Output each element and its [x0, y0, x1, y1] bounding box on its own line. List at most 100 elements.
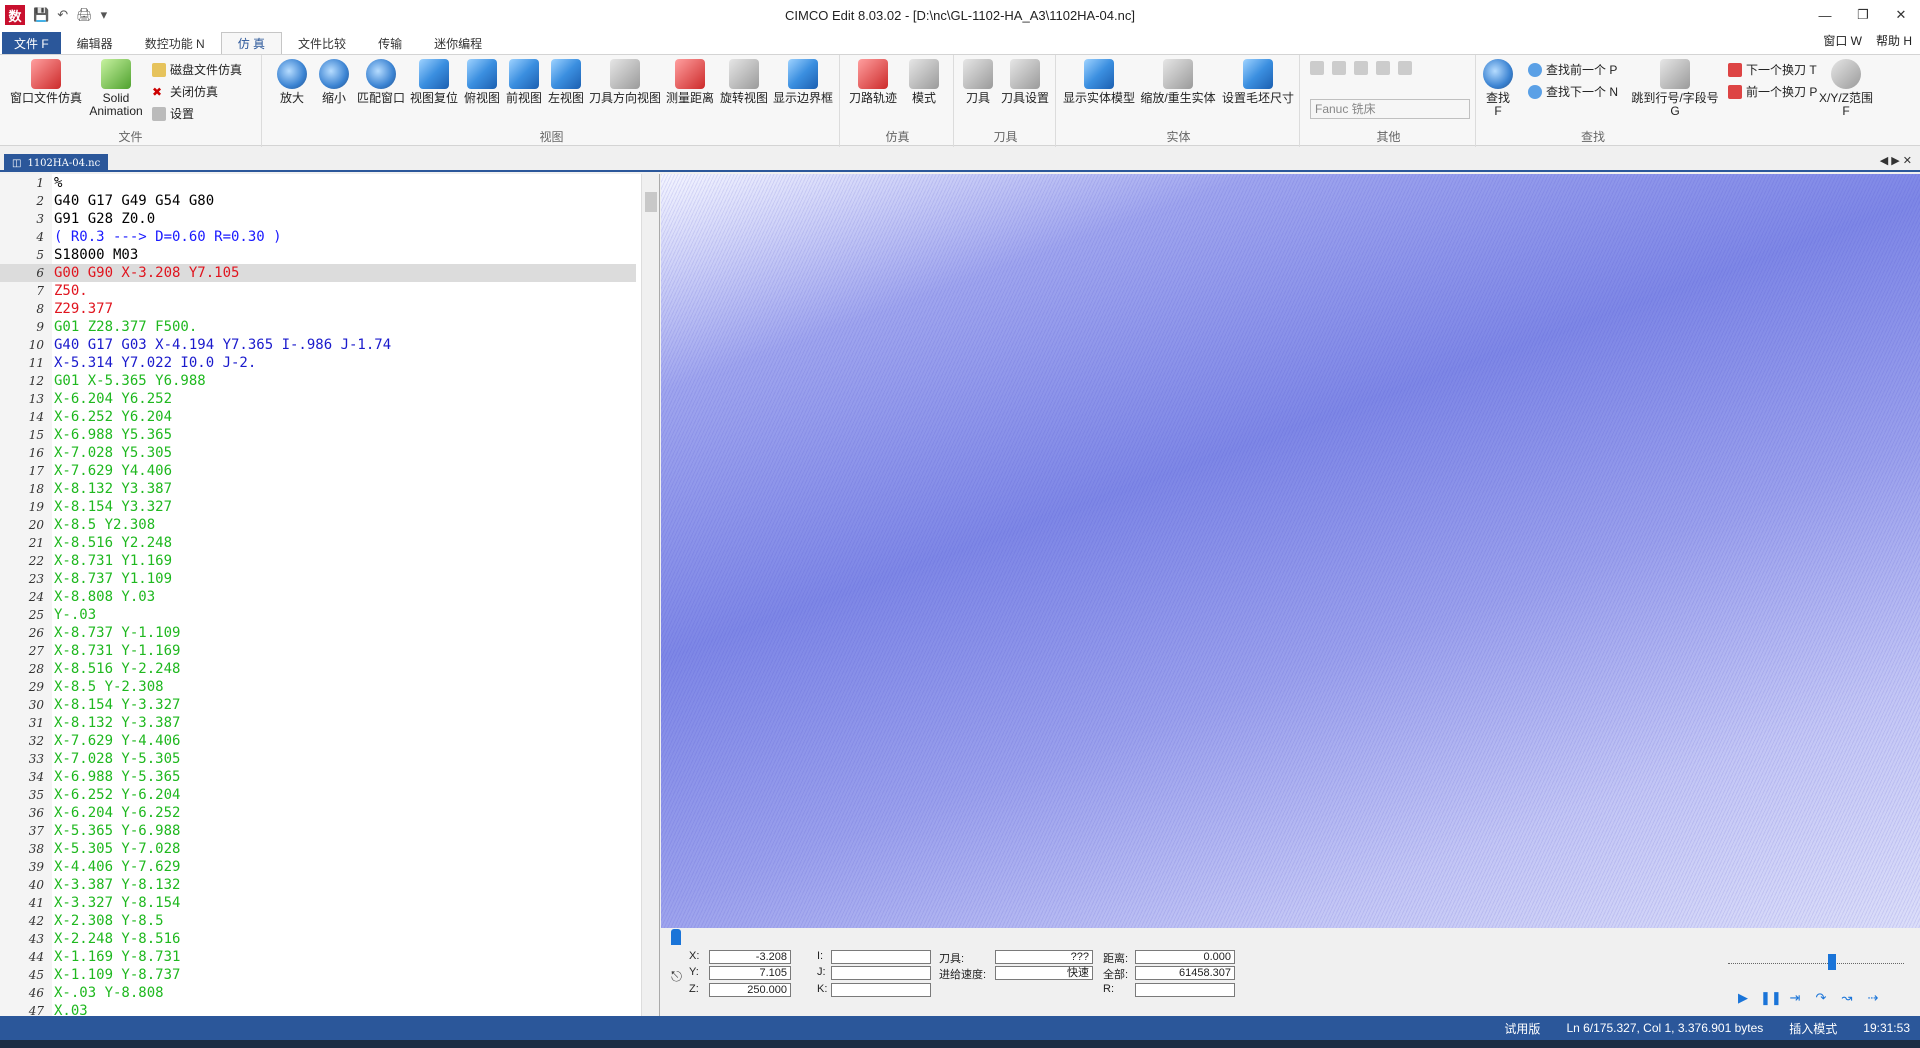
customize-arrow-icon[interactable]: ▾ — [101, 7, 108, 23]
code-line[interactable]: 4 ( R0.3 ---> D=0.60 R=0.30 ) — [0, 228, 636, 246]
code-line[interactable]: 2 G40 G17 G49 G54 G80 — [0, 192, 636, 210]
zoom-out-button[interactable]: 缩小 — [314, 59, 354, 105]
next-tool-change-button[interactable]: 下一个换刀 T — [1728, 61, 1817, 78]
code-line[interactable]: 21 X-8.516 Y2.248 — [0, 534, 636, 552]
code-line[interactable]: 45 X-1.109 Y-8.737 — [0, 966, 636, 984]
code-editor[interactable]: 1% 2 G40 G17 G49 G54 G80 3 G91 G28 Z0.0 4 ( R0… — [0, 174, 660, 1016]
code-line[interactable]: 33 X-7.028 Y-5.305 — [0, 750, 636, 768]
rotate-view-button[interactable]: 旋转视图 — [718, 59, 770, 105]
code-line[interactable]: 27 X-8.731 Y-1.169 — [0, 642, 636, 660]
window-menu[interactable]: 窗口 W — [1823, 32, 1862, 49]
zoom-in-button[interactable]: 放大 — [272, 59, 312, 105]
find-button[interactable]: 查找 F — [1482, 59, 1514, 118]
speed-slider-knob[interactable] — [1828, 954, 1836, 970]
sim-position-knob[interactable] — [671, 929, 681, 945]
restore-icon[interactable]: ❐ — [1844, 0, 1882, 30]
tool-button[interactable]: 刀具 — [960, 59, 996, 105]
help-menu[interactable]: 帮助 H — [1876, 32, 1912, 49]
left-view-button[interactable]: 左视图 — [546, 59, 586, 105]
code-line[interactable]: 22 X-8.731 Y1.169 — [0, 552, 636, 570]
code-line[interactable]: 37 X-5.365 Y-6.988 — [0, 822, 636, 840]
export-icon[interactable] — [1376, 61, 1390, 75]
code-line[interactable]: 11 X-5.314 Y7.022 I0.0 J-2. — [0, 354, 636, 372]
code-line[interactable]: 40 X-3.387 Y-8.132 — [0, 876, 636, 894]
tool-settings-button[interactable]: 刀具设置 — [998, 59, 1052, 105]
code-line[interactable]: 23 X-8.737 Y1.109 — [0, 570, 636, 588]
close-sim-button[interactable]: ✖ 关闭仿真 — [152, 83, 218, 100]
code-line[interactable]: 41 X-3.327 Y-8.154 — [0, 894, 636, 912]
tab-mini-programming[interactable]: 迷你编程 — [418, 32, 498, 54]
code-line[interactable]: 39 X-4.406 Y-7.629 — [0, 858, 636, 876]
code-line[interactable]: 16 X-7.028 Y5.305 — [0, 444, 636, 462]
code-line[interactable]: 42 X-2.308 Y-8.5 — [0, 912, 636, 930]
front-view-button[interactable]: 前视图 — [504, 59, 544, 105]
code-line[interactable]: 32 X-7.629 Y-4.406 — [0, 732, 636, 750]
undo-icon[interactable]: ↶ — [57, 7, 68, 23]
xyz-range-button[interactable]: X/Y/Z范围 F — [1818, 59, 1874, 118]
run-to-end-icon[interactable]: ⇢ — [1864, 990, 1882, 1006]
file-menu-button[interactable]: 文件 F — [2, 32, 61, 54]
editor-scrollbar[interactable] — [641, 174, 659, 1016]
code-line[interactable]: 1% — [0, 174, 636, 192]
show-solid-button[interactable]: 显示实体模型 — [1062, 59, 1136, 105]
view-reset-button[interactable]: 视图复位 — [408, 59, 460, 105]
code-line[interactable]: 3 G91 G28 Z0.0 — [0, 210, 636, 228]
code-line[interactable]: 35 X-6.252 Y-6.204 — [0, 786, 636, 804]
editor-scroll-thumb[interactable] — [645, 192, 657, 212]
simulation-viewport[interactable] — [661, 174, 1920, 928]
app-icon[interactable]: 数 — [5, 5, 25, 25]
code-line[interactable]: 10 G40 G17 G03 X-4.194 Y7.365 I-.986 J-1.… — [0, 336, 636, 354]
code-line[interactable]: 8 Z29.377 — [0, 300, 636, 318]
tab-next-icon[interactable]: ▶ — [1891, 155, 1899, 167]
axis-icon[interactable] — [1310, 61, 1324, 75]
code-line[interactable]: 12 G01 X-5.365 Y6.988 — [0, 372, 636, 390]
code-line[interactable]: 9 G01 Z28.377 F500. — [0, 318, 636, 336]
code-line[interactable]: 29 X-8.5 Y-2.308 — [0, 678, 636, 696]
save-icon[interactable]: 💾 — [33, 7, 49, 23]
step-tool-icon[interactable]: ↷ — [1812, 990, 1830, 1006]
toolpath-button[interactable]: 刀路轨迹 — [848, 59, 898, 105]
code-line[interactable]: 47 X.03 — [0, 1002, 636, 1016]
goto-line-button[interactable]: 跳到行号/字段号 G — [1628, 59, 1722, 118]
grid-icon[interactable] — [1332, 61, 1346, 75]
code-line[interactable]: 31 X-8.132 Y-3.387 — [0, 714, 636, 732]
code-line[interactable]: 34 X-6.988 Y-5.365 — [0, 768, 636, 786]
layout-icon[interactable] — [1354, 61, 1368, 75]
tab-file-compare[interactable]: 文件比较 — [282, 32, 362, 54]
code-line[interactable]: 43 X-2.248 Y-8.516 — [0, 930, 636, 948]
tool-direction-view-button[interactable]: 刀具方向视图 — [588, 59, 662, 105]
settings-button[interactable]: 设置 — [152, 105, 194, 122]
step-z-icon[interactable]: ↝ — [1838, 990, 1856, 1006]
tab-nc-functions[interactable]: 数控功能 N — [129, 32, 221, 54]
code-line[interactable]: 38 X-5.305 Y-7.028 — [0, 840, 636, 858]
tab-editor[interactable]: 编辑器 — [61, 32, 129, 54]
code-line[interactable]: 25 Y-.03 — [0, 606, 636, 624]
tab-close-icon[interactable]: ✕ — [1903, 155, 1912, 167]
code-line[interactable]: 18 X-8.132 Y3.387 — [0, 480, 636, 498]
find-prev-button[interactable]: 查找前一个 P — [1528, 61, 1617, 78]
tab-prev-icon[interactable]: ◀ — [1880, 155, 1888, 167]
code-line[interactable]: 15 X-6.988 Y5.365 — [0, 426, 636, 444]
top-view-button[interactable]: 俯视图 — [462, 59, 502, 105]
code-line[interactable]: 7 Z50. — [0, 282, 636, 300]
code-line[interactable]: 46 X-.03 Y-8.808 — [0, 984, 636, 1002]
code-line[interactable]: 20 X-8.5 Y2.308 — [0, 516, 636, 534]
code-line[interactable]: 44 X-1.169 Y-8.731 — [0, 948, 636, 966]
code-line[interactable]: 14 X-6.252 Y6.204 — [0, 408, 636, 426]
code-line[interactable]: 6 G00 G90 X-3.208 Y7.105 — [0, 264, 636, 282]
find-next-button[interactable]: 查找下一个 N — [1528, 83, 1618, 100]
window-file-sim-button[interactable]: 窗口文件仿真 — [8, 59, 84, 105]
tab-transfer[interactable]: 传输 — [362, 32, 418, 54]
disk-file-sim-button[interactable]: 磁盘文件仿真 — [152, 61, 242, 78]
close-icon[interactable]: ✕ — [1882, 0, 1920, 30]
fit-window-button[interactable]: 匹配窗口 — [356, 59, 406, 105]
code-line[interactable]: 13 X-6.204 Y6.252 — [0, 390, 636, 408]
measure-distance-button[interactable]: 测量距离 — [664, 59, 716, 105]
code-line[interactable]: 36 X-6.204 Y-6.252 — [0, 804, 636, 822]
step-icon[interactable]: ⇥ — [1786, 990, 1804, 1006]
play-icon[interactable]: ▶ — [1734, 990, 1752, 1006]
code-line[interactable]: 30 X-8.154 Y-3.327 — [0, 696, 636, 714]
machine-type-select[interactable]: Fanuc 铣床 — [1310, 99, 1470, 119]
document-tab[interactable]: ◫ 1102HA-04.nc — [4, 154, 109, 172]
dxf-icon[interactable] — [1398, 61, 1412, 75]
